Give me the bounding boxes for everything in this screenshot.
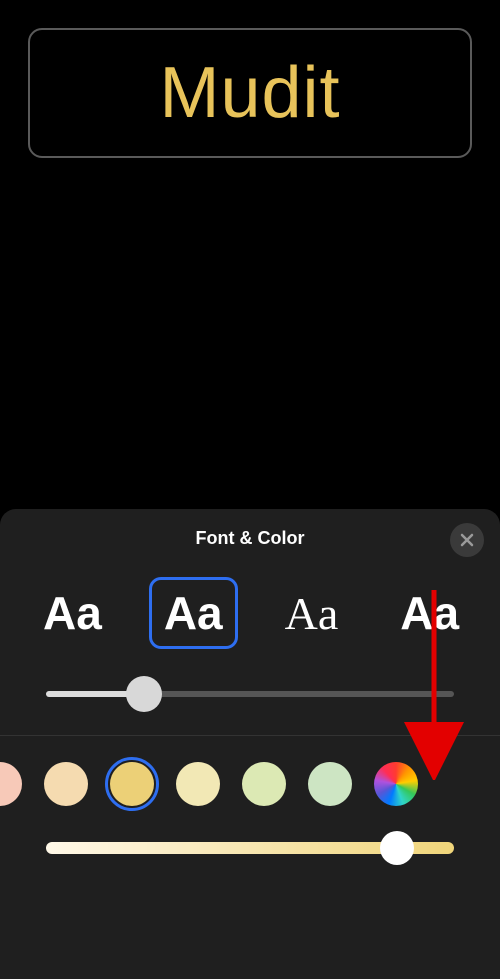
font-option-2[interactable]: Aa bbox=[270, 578, 354, 649]
sheet-header: Font & Color bbox=[0, 509, 500, 567]
preview-area: Mudit bbox=[0, 0, 500, 186]
font-color-sheet: Font & Color Aa Aa Aa Aa bbox=[0, 509, 500, 979]
color-picker-button[interactable] bbox=[374, 762, 418, 806]
weight-slider-container bbox=[0, 673, 500, 715]
color-swatch-row bbox=[0, 736, 500, 820]
color-swatch-4[interactable] bbox=[242, 762, 286, 806]
color-swatch-5[interactable] bbox=[308, 762, 352, 806]
close-button[interactable] bbox=[450, 523, 484, 557]
name-input-box[interactable]: Mudit bbox=[28, 28, 472, 158]
font-option-0[interactable]: Aa bbox=[28, 577, 117, 649]
sheet-title: Font & Color bbox=[196, 528, 305, 549]
name-text: Mudit bbox=[159, 52, 340, 134]
brightness-slider-container bbox=[0, 820, 500, 876]
close-icon bbox=[460, 533, 474, 547]
color-swatch-3[interactable] bbox=[176, 762, 220, 806]
font-option-3[interactable]: Aa bbox=[385, 577, 474, 649]
color-swatch-2[interactable] bbox=[110, 762, 154, 806]
color-swatch-1[interactable] bbox=[44, 762, 88, 806]
brightness-slider-thumb[interactable] bbox=[380, 831, 414, 865]
font-style-row: Aa Aa Aa Aa bbox=[0, 567, 500, 673]
font-option-1[interactable]: Aa bbox=[149, 577, 238, 649]
brightness-slider[interactable] bbox=[46, 842, 454, 854]
weight-slider[interactable] bbox=[46, 691, 454, 697]
weight-slider-thumb[interactable] bbox=[126, 676, 162, 712]
color-swatch-0[interactable] bbox=[0, 762, 22, 806]
